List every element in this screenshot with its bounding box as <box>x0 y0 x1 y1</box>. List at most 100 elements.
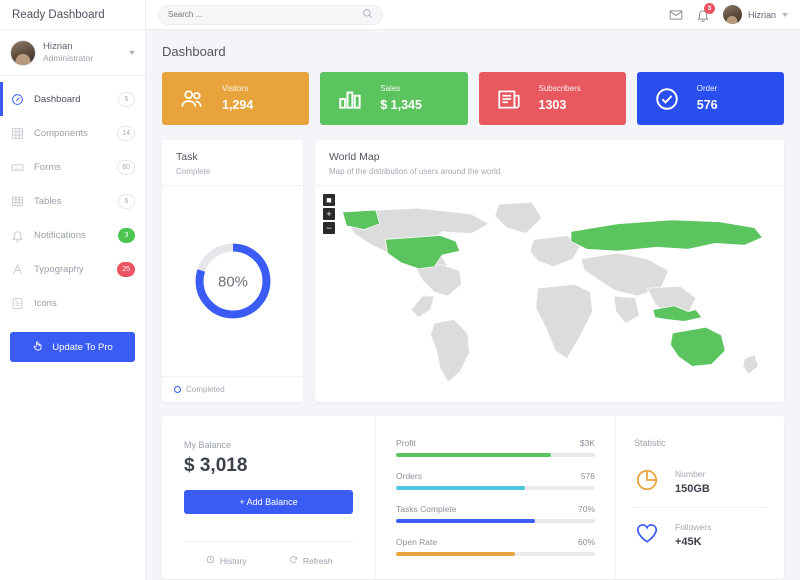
notifications-icon[interactable]: 3 <box>696 2 715 22</box>
gauge-icon <box>10 92 25 107</box>
chevron-down-icon[interactable] <box>129 50 135 55</box>
search-input[interactable] <box>168 10 356 19</box>
stat-card-order[interactable]: Order 576 <box>636 72 784 125</box>
progress-fill <box>396 552 516 557</box>
progress-value: $3K <box>579 438 595 449</box>
map-card-subtitle: Map of the distribution of users around … <box>329 167 501 176</box>
world-map-card: World Map Map of the distribution of use… <box>315 140 784 403</box>
sidebar-item-components[interactable]: Components 14 <box>0 116 145 150</box>
balance-actions: History Refresh <box>184 541 353 579</box>
balance-label: My Balance <box>184 440 232 451</box>
statistic-title: Statistic <box>634 438 666 449</box>
bottom-card: My Balance $ 3,018 + Add Balance History <box>162 416 784 580</box>
map-card-title: World Map <box>329 151 380 163</box>
topbar-user-name: Hizrian <box>747 9 776 20</box>
sidebar-badge: 25 <box>117 261 135 277</box>
history-label: History <box>220 555 247 566</box>
progress-label: Tasks Complete <box>396 504 457 515</box>
progress-track <box>396 552 595 557</box>
brand-title: Ready Dashboard <box>0 0 145 30</box>
keyboard-icon <box>10 160 25 175</box>
stat-card-visitors[interactable]: Visitors 1,294 <box>162 72 310 125</box>
progress-fill <box>396 519 536 524</box>
sidebar-item-notifications[interactable]: Notifications 3 <box>0 218 145 252</box>
map-zoom-in-button[interactable]: + <box>323 208 335 220</box>
progress-column: Profit $3K Orders 576 Tasks Complete 70% Open … <box>376 416 616 580</box>
stat-card-label: Order <box>696 84 718 94</box>
add-balance-button[interactable]: + Add Balance <box>184 490 353 515</box>
sidebar-item-typography[interactable]: Typography 25 <box>0 252 145 286</box>
sidebar-item-forms[interactable]: Forms 60 <box>0 150 145 184</box>
sidebar-nav: Dashboard 5 Components 14 Forms 60 Tables 6 Noti… <box>0 76 145 320</box>
progress-item-open-rate: Open Rate 60% <box>396 537 595 557</box>
grid-icon <box>10 126 25 141</box>
sidebar-item-label: Tables <box>34 195 62 207</box>
progress-item-orders: Orders 576 <box>396 471 595 491</box>
refresh-button[interactable]: Refresh <box>269 555 354 566</box>
search-icon[interactable] <box>362 6 373 24</box>
stat-card-value: 576 <box>696 97 718 112</box>
progress-label: Profit <box>396 438 416 449</box>
task-card: Task Complete 80% Completed <box>162 140 303 403</box>
sidebar-item-label: Dashboard <box>34 93 81 105</box>
stat-card-label: Sales <box>380 84 401 94</box>
progress-label: Orders <box>396 471 422 482</box>
sidebar-user-info: Hizrian Administrator <box>43 41 122 64</box>
balance-amount: $ 3,018 <box>184 455 248 477</box>
stat-card-value: 1,294 <box>222 97 254 112</box>
middle-row: Task Complete 80% Completed World Map Ma… <box>162 140 784 403</box>
progress-track <box>396 519 595 524</box>
stat-card-subscribers[interactable]: Subscribers 1303 <box>478 72 626 125</box>
icons-icon <box>10 296 25 311</box>
progress-label: Open Rate <box>396 537 438 548</box>
content: Dashboard Visitors 1,294 Sales $ 1,345 Subsc… <box>146 30 800 580</box>
topbar-avatar <box>722 5 742 24</box>
task-donut-chart: 80% <box>162 186 303 376</box>
sidebar-user-box[interactable]: Hizrian Administrator <box>0 30 145 76</box>
bar-chart-icon <box>336 86 364 112</box>
donut-svg: 80% <box>195 243 270 319</box>
progress-track <box>396 486 595 491</box>
sidebar-badge: 14 <box>117 125 135 141</box>
map-controls: ■ + − <box>323 194 335 234</box>
newspaper-icon <box>495 86 523 112</box>
progress-item-tasks-complete: Tasks Complete 70% <box>396 504 595 524</box>
clock-icon <box>206 555 215 566</box>
map-home-button[interactable]: ■ <box>323 194 335 206</box>
progress-value: 576 <box>580 471 595 482</box>
world-map-svg <box>342 201 763 383</box>
statistic-item-value: +45K <box>675 536 702 549</box>
search-box[interactable] <box>158 4 383 25</box>
sidebar: Ready Dashboard Hizrian Administrator Da… <box>0 0 146 580</box>
sidebar-item-label: Notifications <box>34 229 86 241</box>
sidebar-item-tables[interactable]: Tables 6 <box>0 184 145 218</box>
topbar-user-menu[interactable]: Hizrian <box>722 5 788 24</box>
chevron-down-icon[interactable] <box>782 12 788 17</box>
circle-icon <box>174 386 181 394</box>
progress-fill <box>396 453 552 458</box>
bell-icon <box>10 228 25 243</box>
task-card-footer: Completed <box>162 376 303 402</box>
check-circle-icon <box>653 86 681 112</box>
map-body[interactable]: ■ + − <box>315 186 784 402</box>
sidebar-item-dashboard[interactable]: Dashboard 5 <box>0 82 145 116</box>
hand-pointer-icon <box>32 340 44 355</box>
update-to-pro-button[interactable]: Update To Pro <box>10 332 135 362</box>
statistic-item-label: Number <box>675 468 706 479</box>
map-zoom-out-button[interactable]: − <box>323 222 335 234</box>
topbar-right: 3 Hizrian <box>669 2 788 24</box>
task-footer-label: Completed <box>186 385 225 395</box>
progress-value: 60% <box>577 537 595 548</box>
update-to-pro-label: Update To Pro <box>52 341 113 353</box>
pie-chart-icon <box>634 467 660 498</box>
topbar: 3 Hizrian <box>146 0 800 30</box>
typography-icon <box>10 262 25 277</box>
history-button[interactable]: History <box>184 555 269 566</box>
statistic-items: Number 150GB Followers +45K <box>634 460 766 560</box>
statistic-item-number: Number 150GB <box>634 460 766 507</box>
sidebar-item-icons[interactable]: Icons <box>0 286 145 320</box>
statistic-item-label: Followers <box>675 521 712 532</box>
messages-icon[interactable] <box>669 8 683 22</box>
stat-cards-row: Visitors 1,294 Sales $ 1,345 Subscribers 1303… <box>162 72 784 125</box>
stat-card-sales[interactable]: Sales $ 1,345 <box>320 72 468 125</box>
